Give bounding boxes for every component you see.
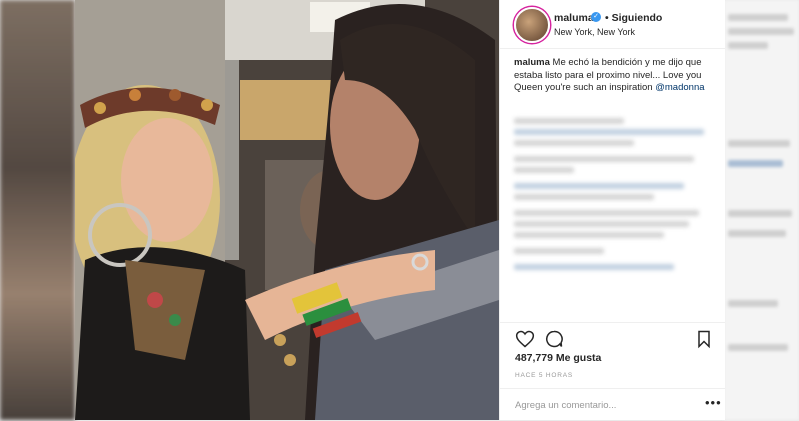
comment-icon[interactable] xyxy=(544,329,564,349)
post-photo-illustration xyxy=(75,0,499,420)
caption-mention-link[interactable]: @madonna xyxy=(655,82,704,93)
comment-input[interactable]: Agrega un comentario... xyxy=(515,400,616,411)
like-count[interactable]: 487,779 Me gusta xyxy=(515,352,601,364)
blurred-background-right xyxy=(724,0,799,420)
post-timestamp: HACE 5 HORAS xyxy=(515,372,574,379)
post-caption: maluma Me echó la bendición y me dijo qu… xyxy=(514,57,714,95)
post-actions-bar xyxy=(500,322,725,353)
more-options-icon[interactable]: ••• xyxy=(705,395,722,410)
bookmark-icon[interactable] xyxy=(694,329,714,349)
comments-list-blurred xyxy=(514,118,714,318)
blurred-background-left xyxy=(0,0,75,420)
post-header: maluma ✓ • Siguiendo New York, New York xyxy=(500,0,725,49)
caption-username[interactable]: maluma xyxy=(514,57,550,68)
following-status[interactable]: • Siguiendo xyxy=(605,12,662,24)
add-comment-bar: Agrega un comentario... ••• xyxy=(500,388,725,421)
username[interactable]: maluma xyxy=(554,12,594,24)
avatar[interactable] xyxy=(514,7,550,43)
post-sidebar: maluma ✓ • Siguiendo New York, New York … xyxy=(499,0,725,420)
heart-icon[interactable] xyxy=(515,329,535,349)
location-link[interactable]: New York, New York xyxy=(554,27,635,37)
verified-badge-icon: ✓ xyxy=(591,12,601,22)
post-photo[interactable] xyxy=(75,0,499,420)
